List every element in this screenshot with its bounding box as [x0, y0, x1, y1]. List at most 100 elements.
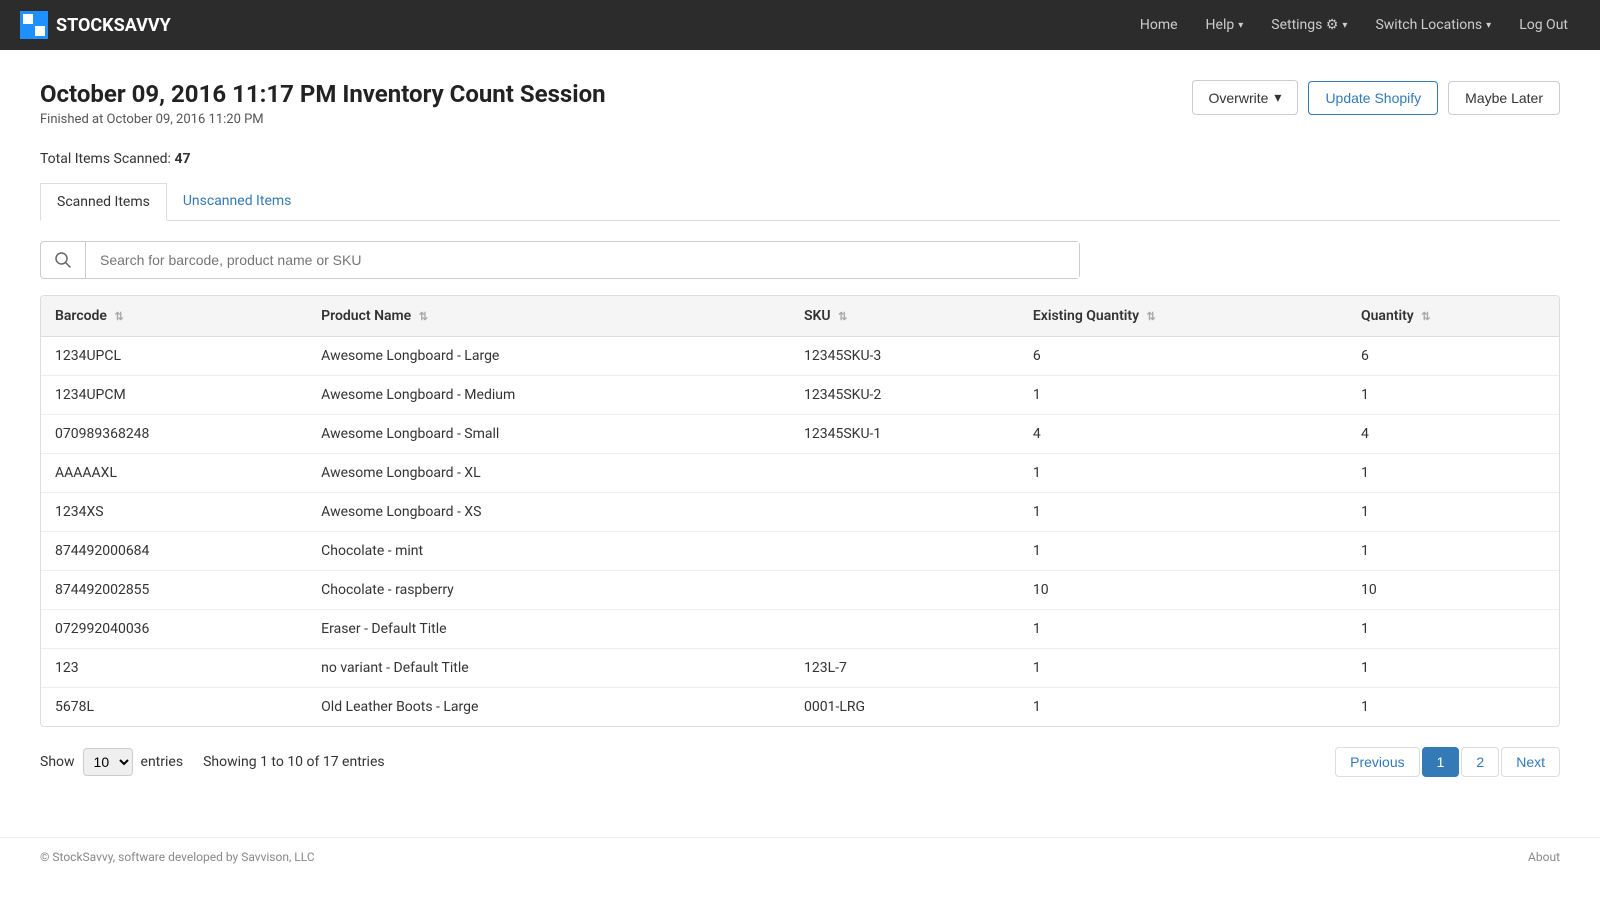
cell-qty: 1: [1347, 688, 1559, 727]
table-body: 1234UPCL Awesome Longboard - Large 12345…: [41, 337, 1559, 727]
table-row: 1234UPCM Awesome Longboard - Medium 1234…: [41, 376, 1559, 415]
tabs: Scanned Items Unscanned Items: [40, 183, 1560, 221]
table-row: 5678L Old Leather Boots - Large 0001-LRG…: [41, 688, 1559, 727]
sort-barcode-icon: ⇅: [114, 310, 123, 323]
entries-select[interactable]: 10 25 50: [83, 748, 133, 776]
table-row: 874492002855 Chocolate - raspberry 10 10: [41, 571, 1559, 610]
table-container: Barcode ⇅ Product Name ⇅ SKU ⇅ Existing …: [40, 295, 1560, 727]
cell-qty: 1: [1347, 610, 1559, 649]
cell-product-name: Awesome Longboard - Small: [307, 415, 790, 454]
table-row: 123 no variant - Default Title 123L-7 1 …: [41, 649, 1559, 688]
cell-qty: 6: [1347, 337, 1559, 376]
overwrite-dropdown-arrow: ▾: [1274, 89, 1281, 106]
cell-existing-qty: 1: [1019, 688, 1347, 727]
cell-barcode: 874492000684: [41, 532, 307, 571]
stats-section: Total Items Scanned: 47: [40, 151, 1560, 167]
table-row: 070989368248 Awesome Longboard - Small 1…: [41, 415, 1559, 454]
cell-qty: 1: [1347, 649, 1559, 688]
cell-sku: 0001-LRG: [790, 688, 1019, 727]
brand-logo[interactable]: STOCKSAVVY: [20, 11, 171, 39]
cell-existing-qty: 10: [1019, 571, 1347, 610]
about-link[interactable]: About: [1528, 850, 1560, 864]
page-2-button[interactable]: 2: [1461, 747, 1499, 777]
cell-sku: [790, 493, 1019, 532]
cell-product-name: Awesome Longboard - XL: [307, 454, 790, 493]
table-row: 874492000684 Chocolate - mint 1 1: [41, 532, 1559, 571]
cell-barcode: 072992040036: [41, 610, 307, 649]
total-items-label: Total Items Scanned:: [40, 151, 171, 167]
table-row: AAAAAXL Awesome Longboard - XL 1 1: [41, 454, 1559, 493]
cell-existing-qty: 1: [1019, 610, 1347, 649]
cell-product-name: Awesome Longboard - Large: [307, 337, 790, 376]
cell-product-name: Awesome Longboard - XS: [307, 493, 790, 532]
copyright: © StockSavvy, software developed by Savv…: [40, 850, 315, 864]
cell-barcode: 1234UPCM: [41, 376, 307, 415]
search-container: [40, 241, 1080, 279]
cell-sku: [790, 532, 1019, 571]
nav-list: Home Help ▾ Settings ⚙ ▾ Switch Location…: [1128, 11, 1580, 39]
table-header: Barcode ⇅ Product Name ⇅ SKU ⇅ Existing …: [41, 296, 1559, 337]
help-dropdown-arrow: ▾: [1238, 20, 1243, 31]
page-footer: © StockSavvy, software developed by Savv…: [0, 837, 1600, 876]
search-input[interactable]: [86, 242, 1079, 278]
tab-scanned-items[interactable]: Scanned Items: [40, 183, 167, 221]
col-barcode[interactable]: Barcode ⇅: [41, 296, 307, 337]
cell-product-name: Chocolate - mint: [307, 532, 790, 571]
cell-existing-qty: 1: [1019, 454, 1347, 493]
col-qty[interactable]: Quantity ⇅: [1347, 296, 1559, 337]
cell-sku: 12345SKU-3: [790, 337, 1019, 376]
cell-product-name: Chocolate - raspberry: [307, 571, 790, 610]
brand-text: STOCKSAVVY: [56, 15, 171, 36]
cell-barcode: 874492002855: [41, 571, 307, 610]
page-subtitle: Finished at October 09, 2016 11:20 PM: [40, 112, 606, 127]
items-table: Barcode ⇅ Product Name ⇅ SKU ⇅ Existing …: [41, 296, 1559, 726]
cell-barcode: 5678L: [41, 688, 307, 727]
nav-item-logout[interactable]: Log Out: [1507, 11, 1580, 39]
cell-qty: 1: [1347, 376, 1559, 415]
nav-item-help[interactable]: Help ▾: [1194, 11, 1256, 39]
cell-sku: 12345SKU-1: [790, 415, 1019, 454]
cell-product-name: Old Leather Boots - Large: [307, 688, 790, 727]
maybe-later-label: Maybe Later: [1465, 90, 1543, 106]
sort-product-icon: ⇅: [419, 310, 428, 323]
total-items-value: 47: [174, 151, 190, 167]
cell-sku: [790, 610, 1019, 649]
cell-qty: 1: [1347, 532, 1559, 571]
nav-item-home[interactable]: Home: [1128, 11, 1190, 39]
nav-item-switch-locations[interactable]: Switch Locations ▾: [1363, 11, 1503, 39]
col-product-name[interactable]: Product Name ⇅: [307, 296, 790, 337]
show-entries: Show 10 25 50 entries: [40, 748, 183, 776]
cell-sku: [790, 454, 1019, 493]
table-row: 072992040036 Eraser - Default Title 1 1: [41, 610, 1559, 649]
maybe-later-button[interactable]: Maybe Later: [1448, 81, 1560, 115]
overwrite-button[interactable]: Overwrite ▾: [1192, 80, 1299, 115]
logo-icon: [20, 11, 48, 39]
settings-dropdown-arrow: ▾: [1342, 20, 1347, 31]
update-shopify-button[interactable]: Update Shopify: [1308, 81, 1438, 115]
cell-product-name: no variant - Default Title: [307, 649, 790, 688]
page-1-button[interactable]: 1: [1422, 747, 1460, 777]
cell-existing-qty: 1: [1019, 649, 1347, 688]
cell-barcode: 123: [41, 649, 307, 688]
table-footer: Show 10 25 50 entries Showing 1 to 10 of…: [40, 747, 1560, 777]
cell-qty: 1: [1347, 493, 1559, 532]
pagination: Previous 1 2 Next: [1335, 747, 1560, 777]
cell-qty: 10: [1347, 571, 1559, 610]
cell-product-name: Eraser - Default Title: [307, 610, 790, 649]
nav-item-settings[interactable]: Settings ⚙ ▾: [1259, 11, 1359, 39]
next-button[interactable]: Next: [1501, 747, 1560, 777]
cell-sku: [790, 571, 1019, 610]
cell-existing-qty: 1: [1019, 532, 1347, 571]
entries-label: entries: [141, 754, 184, 770]
table-row: 1234UPCL Awesome Longboard - Large 12345…: [41, 337, 1559, 376]
switch-locations-dropdown-arrow: ▾: [1486, 20, 1491, 31]
update-shopify-label: Update Shopify: [1325, 90, 1421, 106]
page-title: October 09, 2016 11:17 PM Inventory Coun…: [40, 80, 606, 108]
cell-existing-qty: 4: [1019, 415, 1347, 454]
col-sku[interactable]: SKU ⇅: [790, 296, 1019, 337]
cell-sku: 123L-7: [790, 649, 1019, 688]
tab-unscanned-items[interactable]: Unscanned Items: [167, 183, 308, 221]
col-existing-qty[interactable]: Existing Quantity ⇅: [1019, 296, 1347, 337]
entries-info: Showing 1 to 10 of 17 entries: [203, 754, 385, 770]
previous-button[interactable]: Previous: [1335, 747, 1419, 777]
